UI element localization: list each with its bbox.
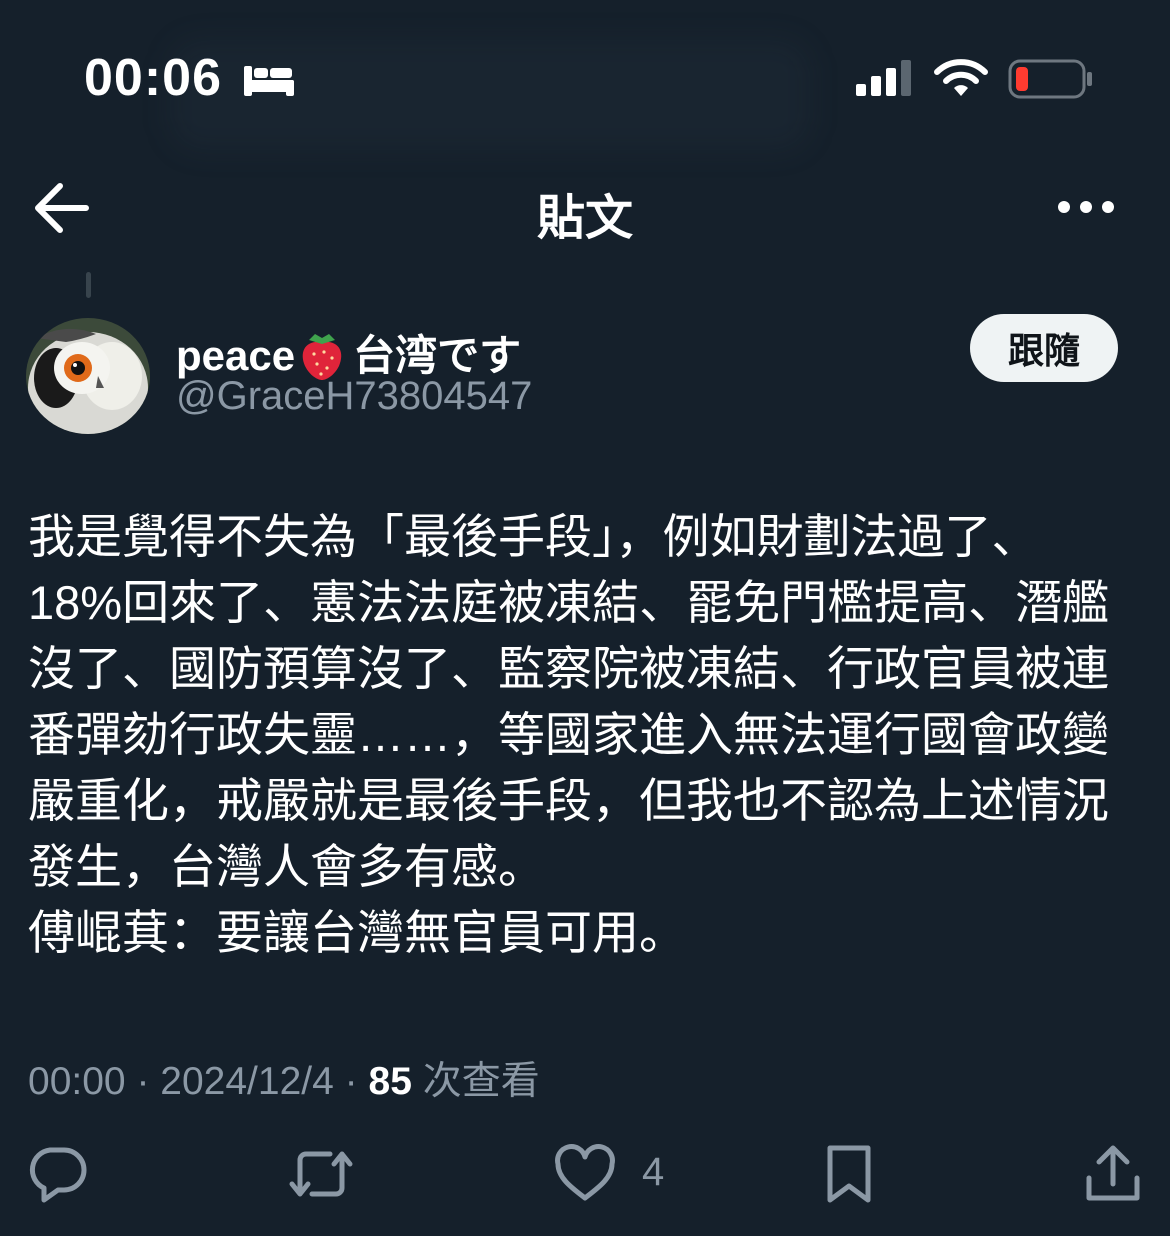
follow-button[interactable]: 跟隨 bbox=[970, 314, 1118, 382]
bookmark-icon[interactable] bbox=[822, 1144, 876, 1204]
battery-low-icon bbox=[1008, 58, 1094, 100]
post-text: 我是覺得不失為「最後手段」，例如財劃法過了、 18%回來了、憲法法庭被凍結、罷免… bbox=[28, 504, 1148, 966]
post-meta: 00:00 · 2024/12/4 · 85 次查看 bbox=[28, 1050, 540, 1106]
views-count[interactable]: 85 bbox=[369, 1060, 412, 1103]
bed-icon bbox=[242, 58, 296, 98]
wifi-icon bbox=[934, 56, 988, 100]
thread-connector-line bbox=[86, 272, 91, 298]
display-name-text: peace bbox=[176, 332, 296, 379]
cellular-signal-icon bbox=[856, 58, 914, 98]
post-line: 發生，台灣人會多有感。 bbox=[28, 840, 545, 893]
post-line: 我是覺得不失為「最後手段」，例如財劃法過了、 bbox=[28, 510, 1039, 563]
post-line: 沒了、國防預算沒了、監察院被凍結、行政官員被連 bbox=[28, 642, 1109, 695]
more-options-icon[interactable] bbox=[1054, 190, 1118, 224]
like-count: 4 bbox=[642, 1150, 665, 1194]
avatar[interactable] bbox=[26, 318, 150, 434]
strawberry-icon bbox=[299, 330, 345, 380]
post-line: 番彈劾行政失靈……，等國家進入無法運行國會政變 bbox=[28, 708, 1109, 761]
page-title: 貼文 bbox=[536, 192, 633, 245]
status-time: 00:06 bbox=[84, 49, 222, 107]
meta-separator: · bbox=[344, 1060, 358, 1103]
views-label[interactable]: 次查看 bbox=[423, 1060, 540, 1103]
post-line: 18%回來了、憲法法庭被凍結、罷免門檻提高、潛艦 bbox=[28, 576, 1110, 629]
display-name-suffix: 台湾です bbox=[353, 332, 522, 379]
heart-icon[interactable] bbox=[554, 1144, 616, 1204]
post-line: 傅崐萁：要讓台灣無官員可用。 bbox=[28, 906, 686, 959]
post-time: 00:00 bbox=[28, 1060, 126, 1103]
share-icon[interactable] bbox=[1084, 1144, 1142, 1204]
meta-separator: · bbox=[136, 1060, 150, 1103]
user-handle[interactable]: @GraceH73804547 bbox=[176, 374, 532, 419]
retweet-icon[interactable] bbox=[286, 1144, 356, 1204]
reply-icon[interactable] bbox=[26, 1144, 88, 1204]
post-line: 嚴重化，戒嚴就是最後手段，但我也不認為上述情況 bbox=[28, 774, 1109, 827]
post-date: 2024/12/4 bbox=[160, 1060, 334, 1103]
